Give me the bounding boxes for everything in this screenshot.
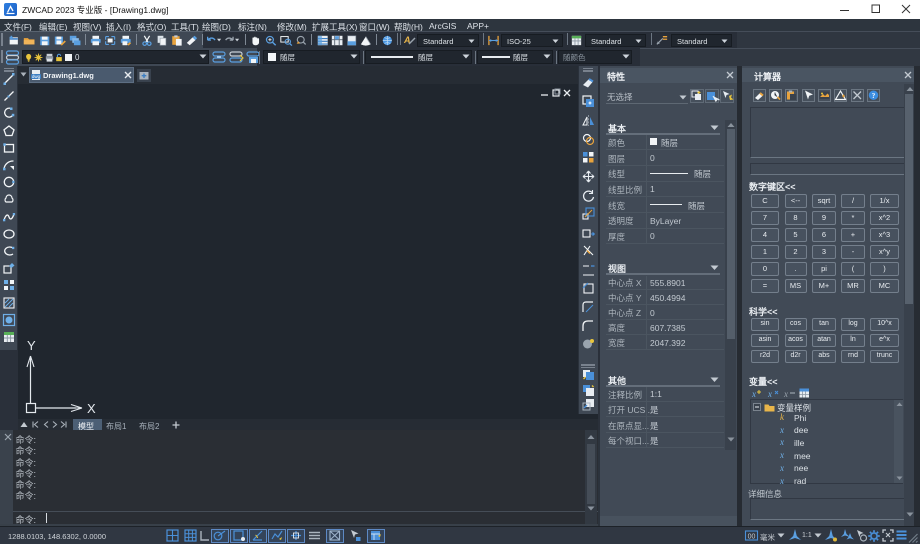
svg-text:x: x <box>767 389 772 399</box>
svg-text:Y: Y <box>27 338 36 353</box>
svg-text:dwg: dwg <box>32 74 41 79</box>
svg-text:00: 00 <box>748 534 756 541</box>
svg-text:?: ? <box>872 92 876 100</box>
svg-text:x: x <box>783 389 788 399</box>
svg-text:X: X <box>87 401 96 416</box>
svg-text:x: x <box>751 389 756 399</box>
